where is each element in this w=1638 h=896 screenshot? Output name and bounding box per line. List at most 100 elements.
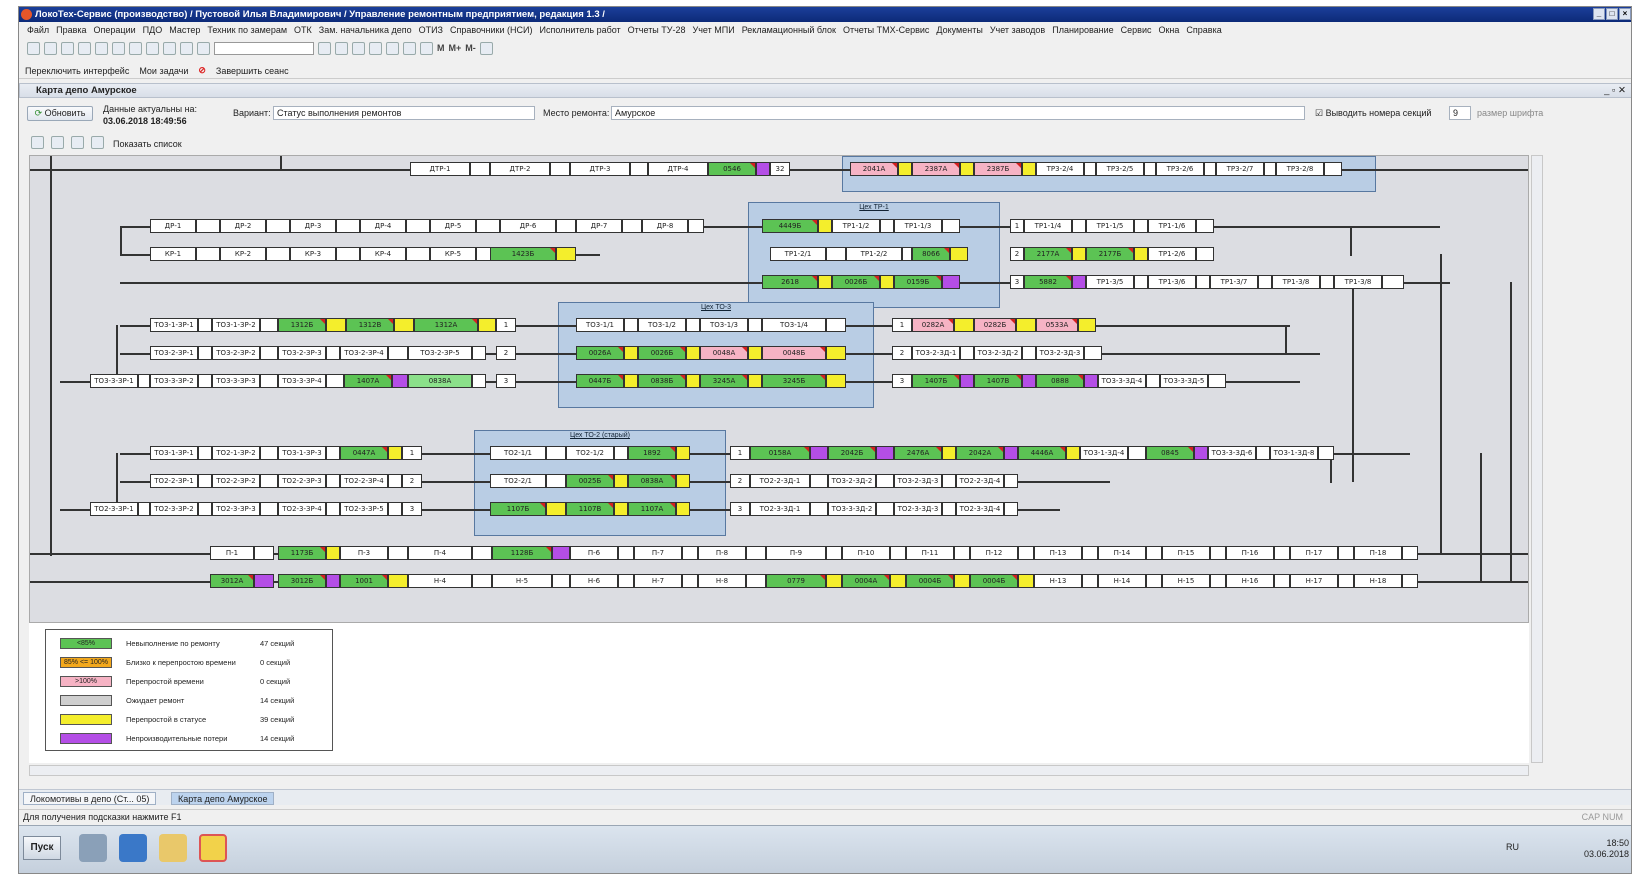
print-icon[interactable] — [129, 41, 142, 55]
track-position[interactable]: ТО3-3-ЗД-4 — [1098, 374, 1146, 388]
track-position[interactable]: 3 — [730, 502, 750, 516]
horizontal-scrollbar[interactable] — [29, 765, 1529, 776]
section-status-marker[interactable] — [546, 474, 566, 488]
preview-icon[interactable] — [146, 41, 159, 55]
track-position[interactable]: Н-18 — [1354, 574, 1402, 588]
menu-item[interactable]: Зам. начальника депо — [319, 23, 412, 37]
locomotive-section[interactable]: 0048Б — [762, 346, 826, 360]
track-position[interactable]: Н-5 — [492, 574, 552, 588]
locomotive-section[interactable]: 2387А — [912, 162, 960, 176]
section-status-marker[interactable] — [818, 275, 832, 289]
locomotive-section[interactable]: 0159Б — [894, 275, 942, 289]
menu-item[interactable]: ОТК — [294, 23, 312, 37]
locomotive-section[interactable]: 1107А — [628, 502, 676, 516]
section-status-marker[interactable] — [1258, 275, 1272, 289]
section-status-marker[interactable] — [254, 546, 274, 560]
section-status-marker[interactable] — [552, 574, 570, 588]
locomotive-section[interactable]: 0026А — [576, 346, 624, 360]
locomotive-section[interactable]: 0447Б — [576, 374, 624, 388]
memory-minus-button[interactable]: M- — [465, 43, 476, 53]
section-status-marker[interactable] — [880, 219, 894, 233]
track-position[interactable]: ТО3-1/3 — [700, 318, 748, 332]
track-position[interactable]: ТО3-2-ЗД-3 — [894, 474, 942, 488]
track-position[interactable]: ТО3-3-ЗД-6 — [1208, 446, 1256, 460]
section-status-marker[interactable] — [1078, 318, 1096, 332]
track-position[interactable]: ТО2-3-ЗД-4 — [956, 502, 1004, 516]
section-status-marker[interactable] — [1022, 374, 1036, 388]
locomotive-section[interactable]: 0838А — [408, 374, 472, 388]
track-position[interactable]: ТО2-3-ЗР-4 — [278, 502, 326, 516]
track-position[interactable]: 2 — [1010, 247, 1024, 261]
track-position[interactable]: ТО2-2-ЗД-1 — [750, 474, 810, 488]
section-status-marker[interactable] — [196, 247, 220, 261]
track-position[interactable]: 2 — [496, 346, 516, 360]
locomotive-section[interactable]: 0779 — [766, 574, 826, 588]
section-status-marker[interactable] — [1256, 446, 1270, 460]
info-icon[interactable] — [479, 41, 493, 55]
track-position[interactable]: ТО3-2-ЗР-4 — [340, 346, 388, 360]
section-status-marker[interactable] — [388, 574, 408, 588]
section-status-marker[interactable] — [876, 474, 894, 488]
section-status-marker[interactable] — [826, 346, 846, 360]
variant-field[interactable]: Статус выполнения ремонтов — [273, 106, 535, 120]
track-position[interactable]: ТО3-3-ЗР-3 — [212, 374, 260, 388]
locomotive-section[interactable]: 2618 — [762, 275, 818, 289]
track-position[interactable]: ТР1-2/2 — [846, 247, 902, 261]
track-position[interactable]: П-6 — [570, 546, 618, 560]
section-status-marker[interactable] — [826, 318, 846, 332]
track-position[interactable]: Н-4 — [408, 574, 472, 588]
vertical-scrollbar[interactable] — [1531, 155, 1543, 763]
menu-item[interactable]: Отчеты ТУ-28 — [628, 23, 686, 37]
locomotive-section[interactable]: 1892 — [628, 446, 676, 460]
locomotive-section[interactable]: 0447А — [340, 446, 388, 460]
section-status-marker[interactable] — [1134, 219, 1148, 233]
calc-icon[interactable] — [386, 41, 399, 55]
menu-item[interactable]: Справочники (НСИ) — [450, 23, 533, 37]
section-status-marker[interactable] — [556, 247, 576, 261]
section-status-marker[interactable] — [1146, 374, 1160, 388]
menu-item[interactable]: Техник по замерам — [207, 23, 287, 37]
section-status-marker[interactable] — [954, 318, 974, 332]
section-status-marker[interactable] — [890, 546, 906, 560]
copy-icon[interactable] — [95, 41, 108, 55]
locomotive-section[interactable]: 0004Б — [906, 574, 954, 588]
track-position[interactable]: ТО2-3-ЗР-5 — [340, 502, 388, 516]
section-status-marker[interactable] — [1084, 162, 1096, 176]
folder-app-icon[interactable] — [159, 834, 187, 862]
track-position[interactable]: Н-13 — [1034, 574, 1082, 588]
switch-interface-menu[interactable]: Переключить интерфейс — [25, 66, 129, 76]
form-window-controls[interactable]: _ ▫ ✕ — [1604, 84, 1626, 98]
locomotive-section[interactable]: 0838Б — [638, 374, 686, 388]
section-status-marker[interactable] — [954, 546, 970, 560]
track-position[interactable]: КР-3 — [290, 247, 336, 261]
section-status-marker[interactable] — [686, 374, 700, 388]
minimize-icon[interactable]: _ — [1593, 8, 1605, 20]
section-status-marker[interactable] — [1134, 275, 1148, 289]
font-size-input[interactable]: 9 — [1449, 106, 1471, 120]
window-icon[interactable] — [352, 41, 365, 55]
section-status-marker[interactable] — [1018, 546, 1034, 560]
menu-item[interactable]: Рекламационный блок — [742, 23, 836, 37]
section-status-marker[interactable] — [682, 574, 698, 588]
menu-item[interactable]: ОТИЗ — [419, 23, 443, 37]
track-position[interactable]: ТО3-3-ЗД-2 — [828, 502, 876, 516]
track-position[interactable]: ТР1-3/8 — [1272, 275, 1320, 289]
section-status-marker[interactable] — [394, 318, 414, 332]
track-position[interactable]: ТО3-1-ЗД-4 — [1080, 446, 1128, 460]
track-position[interactable]: ТО3-1-ЗР-2 — [212, 318, 260, 332]
track-position[interactable]: Н-7 — [634, 574, 682, 588]
section-status-marker[interactable] — [470, 162, 490, 176]
section-status-marker[interactable] — [614, 446, 628, 460]
section-status-marker[interactable] — [1320, 275, 1334, 289]
section-status-marker[interactable] — [1016, 318, 1036, 332]
locomotive-section[interactable]: 4446А — [1018, 446, 1066, 460]
explorer-app-icon[interactable] — [79, 834, 107, 862]
menu-item[interactable]: Учет заводов — [990, 23, 1045, 37]
section-status-marker[interactable] — [810, 446, 828, 460]
track-position[interactable]: ТО3-1-ЗД-8 — [1270, 446, 1318, 460]
section-status-marker[interactable] — [1004, 474, 1018, 488]
track-position[interactable]: ТР1-1/6 — [1148, 219, 1196, 233]
track-position[interactable]: ДР-8 — [642, 219, 688, 233]
track-position[interactable]: 1 — [730, 446, 750, 460]
section-status-marker[interactable] — [388, 446, 402, 460]
